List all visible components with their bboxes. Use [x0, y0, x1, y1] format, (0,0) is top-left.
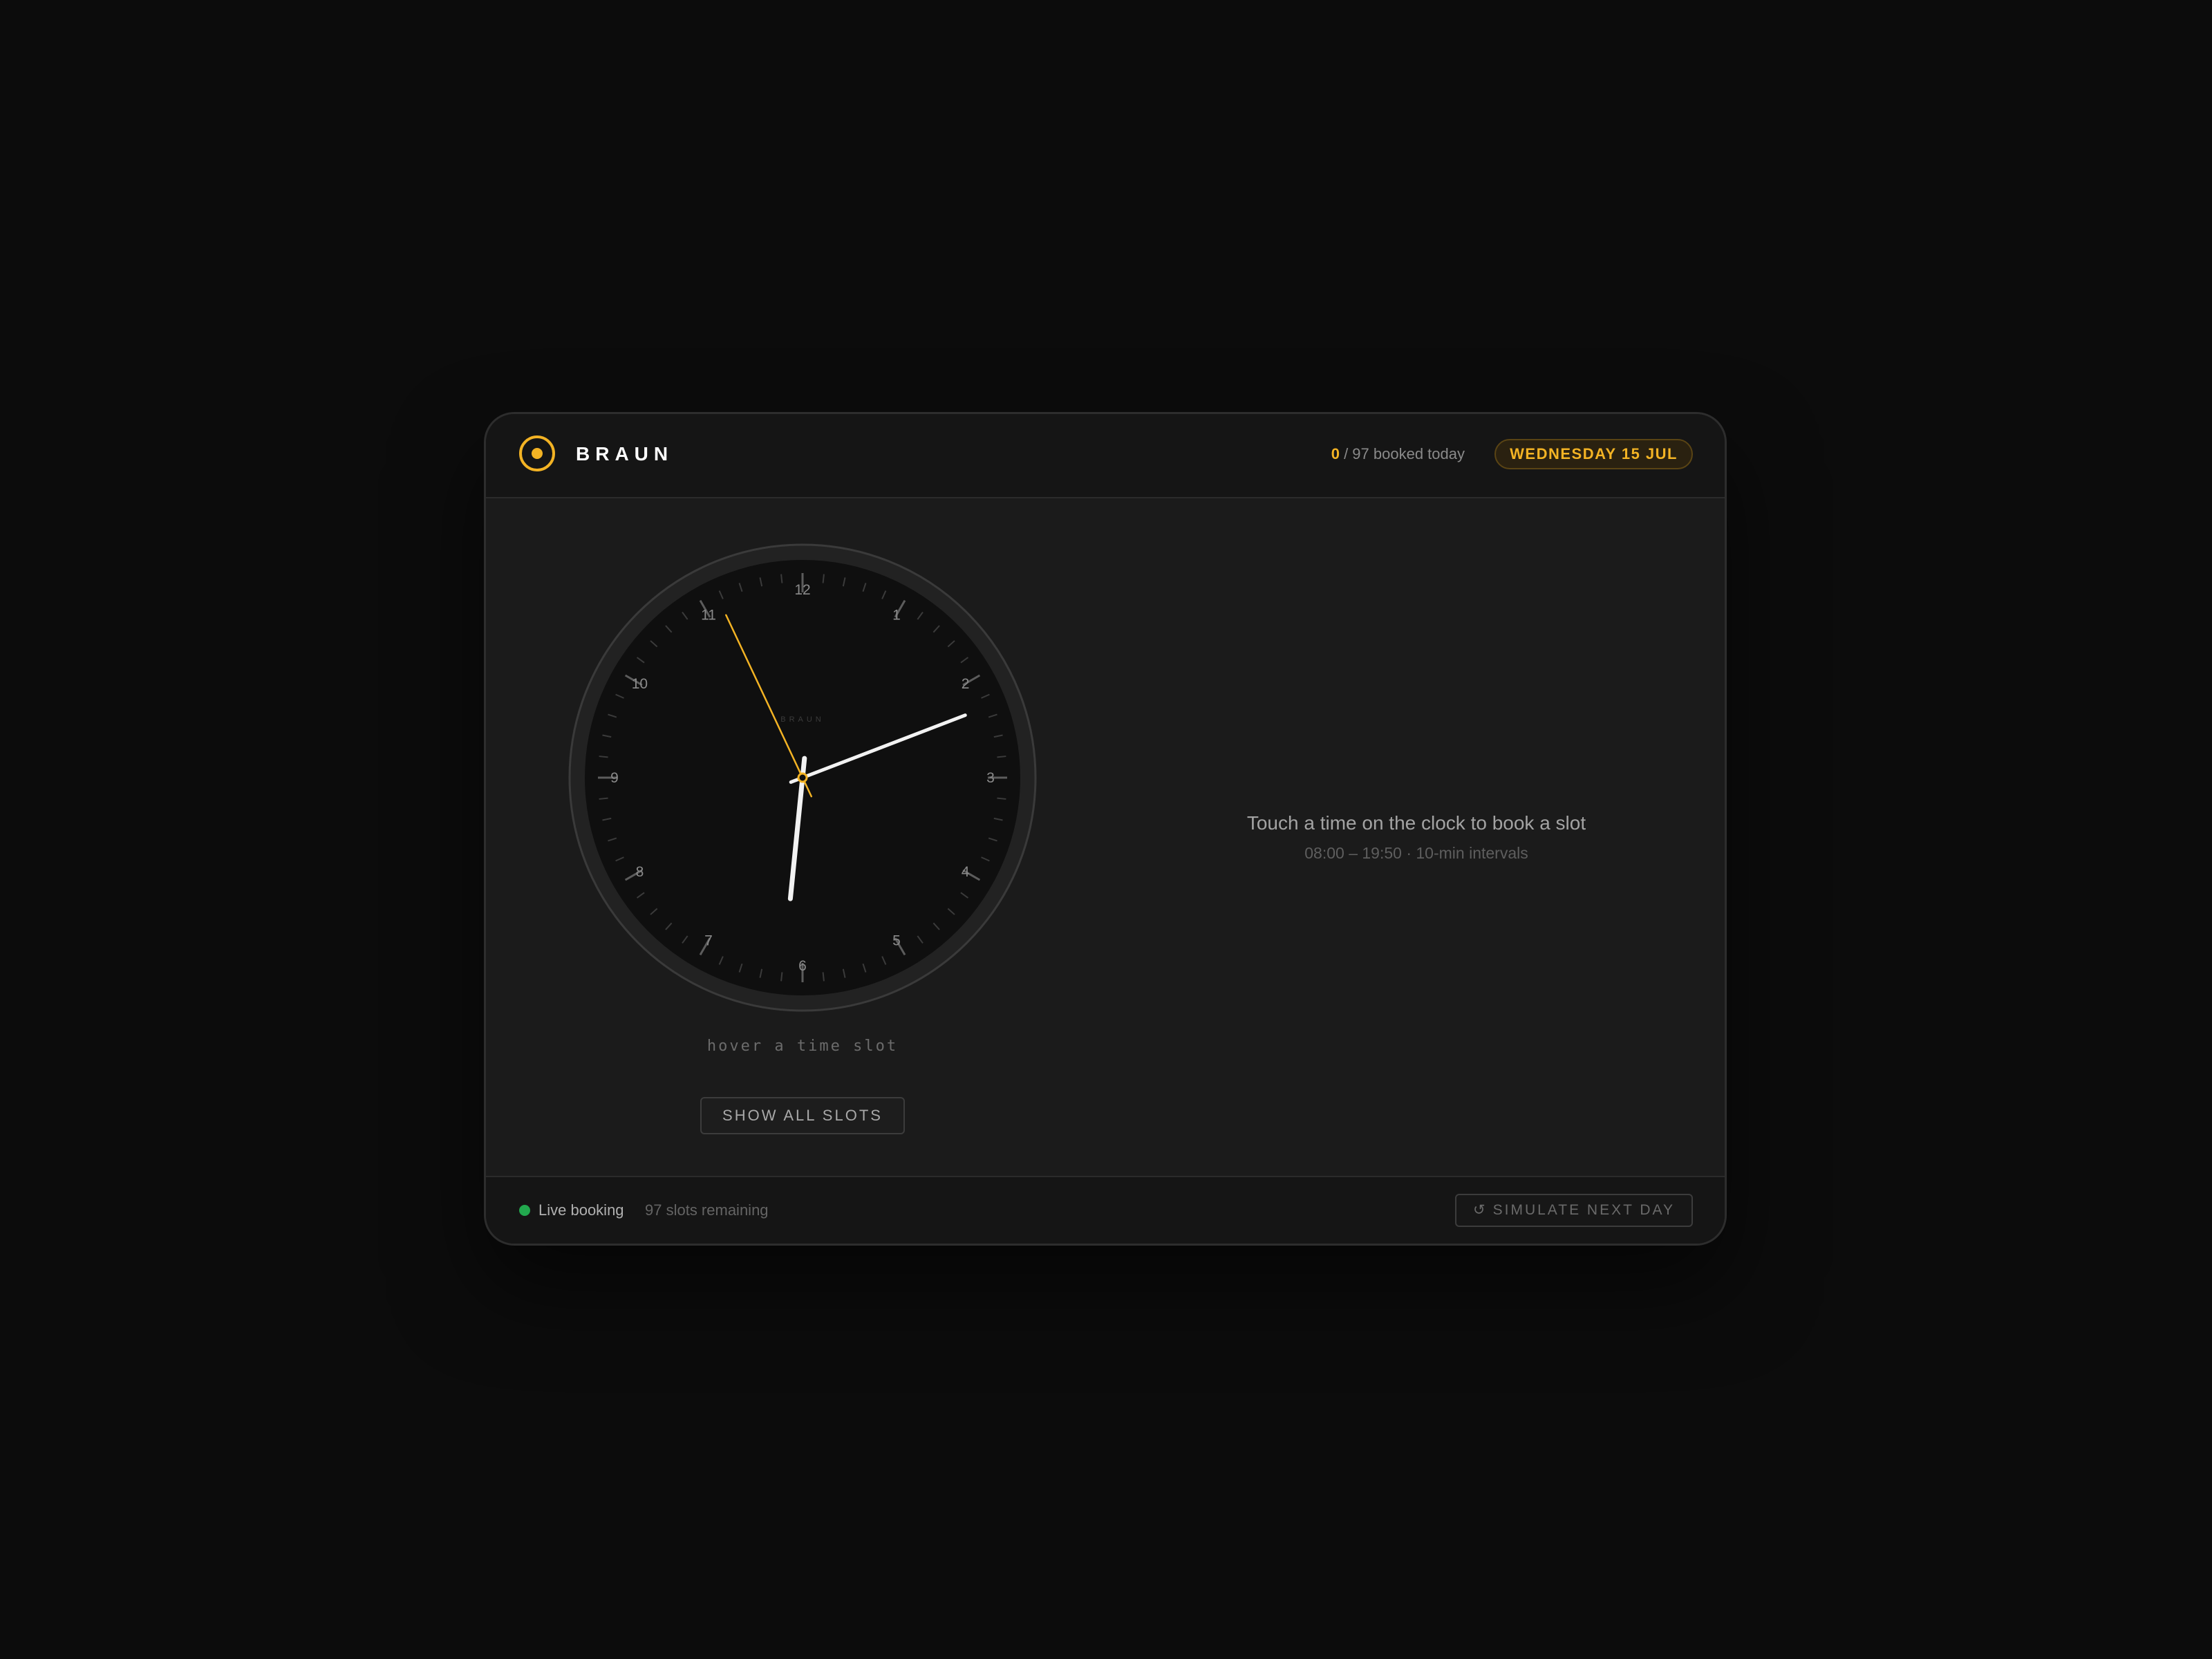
hover-hint: hover a time slot — [706, 1038, 899, 1055]
simulate-label: SIMULATE NEXT DAY — [1492, 1202, 1675, 1218]
show-all-slots-button[interactable]: SHOW ALL SLOTS — [700, 1097, 905, 1134]
minute-tick — [599, 797, 608, 800]
minute-tick — [822, 574, 825, 583]
clock-numeral: 8 — [636, 864, 644, 880]
clock-numeral: 2 — [962, 676, 970, 692]
clock-numeral: 5 — [892, 933, 901, 949]
clock-numeral: 7 — [704, 933, 713, 949]
clock-numeral: 1 — [892, 607, 901, 623]
braun-logo-icon — [519, 435, 555, 471]
slots-remaining: 97 slots remaining — [645, 1201, 769, 1219]
dial-brand: BRAUN — [780, 715, 825, 724]
clock-numeral: 11 — [701, 607, 716, 623]
date-badge: WEDNESDAY 15 JUL — [1494, 439, 1693, 469]
clock-numeral: 6 — [798, 958, 807, 974]
live-booking-label: Live booking — [538, 1201, 624, 1219]
booked-label: / 97 booked today — [1339, 445, 1465, 462]
reload-icon: ↺ — [1473, 1202, 1488, 1218]
clock-svg[interactable]: 121234567891011 BRAUN — [568, 543, 1038, 1013]
minute-tick — [822, 972, 825, 982]
booked-number: 0 — [1331, 445, 1340, 462]
live-status-icon — [519, 1205, 530, 1216]
clock-face[interactable]: 12 1 2 3 4 5 6 7 8 9 10 11 BRAUN — [568, 543, 1038, 1013]
header: BRAUN 0 / 97 booked today WEDNESDAY 15 J… — [486, 414, 1725, 498]
logo-dot — [532, 448, 543, 459]
clock-numeral: 10 — [632, 676, 648, 692]
minute-tick — [997, 797, 1006, 800]
clock-numeral: 4 — [962, 864, 970, 880]
clock-numeral: 12 — [794, 582, 810, 598]
clock-numeral: 3 — [986, 770, 995, 786]
clock-numeral: 9 — [610, 770, 619, 786]
minute-tick — [599, 756, 608, 758]
footer: Live booking 97 slots remaining ↺ SIMULAT… — [486, 1176, 1725, 1244]
booking-prompt-subtitle: 08:00 – 19:50 · 10-min intervals — [1304, 844, 1528, 862]
simulate-next-day-button[interactable]: ↺ SIMULATE NEXT DAY — [1455, 1194, 1693, 1227]
brand-name: BRAUN — [576, 443, 674, 465]
booked-count: 0 / 97 booked today — [1331, 442, 1465, 467]
minute-tick — [997, 756, 1006, 758]
minute-tick — [780, 972, 783, 982]
booking-device: BRAUN 0 / 97 booked today WEDNESDAY 15 J… — [484, 412, 1727, 1246]
booking-prompt-title: Touch a time on the clock to book a slot — [1246, 812, 1586, 834]
clock-hub — [797, 772, 808, 783]
minute-tick — [780, 574, 783, 583]
